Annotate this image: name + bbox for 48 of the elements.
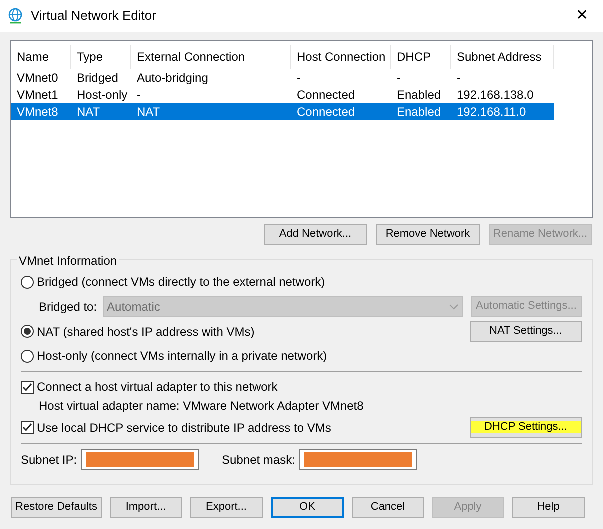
close-button[interactable]: ✕: [570, 4, 595, 28]
table-cell-text: Auto-bridging: [136, 70, 210, 86]
network-row[interactable]: VMnet8 NAT NAT Connected Enabled 192.168.11.0: [11, 103, 554, 120]
table-cell-text: NAT: [136, 104, 162, 120]
dialog-button[interactable]: Import...: [110, 497, 182, 518]
checkbox-label[interactable]: Connect a host virtual adapter to this network: [37, 378, 278, 396]
column-header[interactable]: DHCP: [391, 45, 451, 69]
dialog-button[interactable]: Export...: [190, 497, 263, 518]
field-label: Subnet mask:: [222, 452, 296, 468]
table-cell-text: -: [296, 70, 302, 86]
table-cell-text: -: [456, 70, 462, 86]
dialog-button[interactable]: Cancel: [352, 497, 424, 518]
column-header[interactable]: Host Connection: [291, 45, 391, 69]
table-cell-text: 192.168.11.0: [456, 104, 528, 120]
dialog-button[interactable]: Add Network...: [264, 224, 367, 245]
network-row[interactable]: VMnet0 Bridged Auto-bridging - - -: [11, 69, 554, 86]
dialog-button[interactable]: NAT Settings...: [470, 321, 582, 342]
table-cell-text: VMnet8: [16, 104, 60, 120]
table-cell-text: VMnet0: [16, 70, 60, 86]
adapter-name-text: Host virtual adapter name: VMware Network Adapter VMnet8: [39, 398, 365, 415]
dialog-button[interactable]: Help: [512, 497, 585, 518]
table-cell-text: NAT: [76, 104, 102, 120]
table-cell-text: VMnet1: [16, 86, 60, 104]
dialog-button[interactable]: Remove Network: [376, 224, 480, 245]
table-cell-text: -: [396, 70, 402, 86]
table-cell-text: Connected: [296, 104, 356, 120]
field-label: Subnet IP:: [21, 452, 78, 468]
checkbox-label[interactable]: Use local DHCP service to distribute IP address to VMs: [37, 418, 332, 436]
column-header[interactable]: Subnet Address: [451, 45, 554, 69]
radio-label[interactable]: NAT (shared host's IP address with VMs): [37, 322, 255, 340]
table-cell-text: 192.168.138.0: [456, 86, 535, 104]
radio-label[interactable]: Host-only (connect VMs internally in a private network): [37, 347, 328, 365]
dialog-button[interactable]: OK: [271, 497, 344, 518]
table-cell-text: -: [136, 86, 142, 104]
column-header[interactable]: Type: [71, 45, 131, 69]
table-cell-text: Enabled: [396, 104, 442, 120]
network-row[interactable]: VMnet1 Host-only - Connected Enabled 192.168.138.0: [11, 86, 554, 103]
table-cell-text: Connected: [296, 86, 356, 104]
table-cell-text: Bridged: [76, 70, 120, 86]
table-cell-text: Enabled: [396, 86, 442, 104]
dialog-button[interactable]: Restore Defaults: [11, 497, 102, 518]
dialog-button[interactable]: DHCP Settings...: [470, 417, 582, 438]
table-cell-text: Host-only: [76, 86, 129, 104]
column-header[interactable]: Name: [11, 45, 71, 69]
radio-label[interactable]: Bridged (connect VMs directly to the external network): [37, 273, 326, 291]
field-label: Bridged to:: [39, 298, 98, 316]
window-title: Virtual Network Editor: [31, 7, 156, 26]
column-header[interactable]: External Connection: [131, 45, 291, 69]
